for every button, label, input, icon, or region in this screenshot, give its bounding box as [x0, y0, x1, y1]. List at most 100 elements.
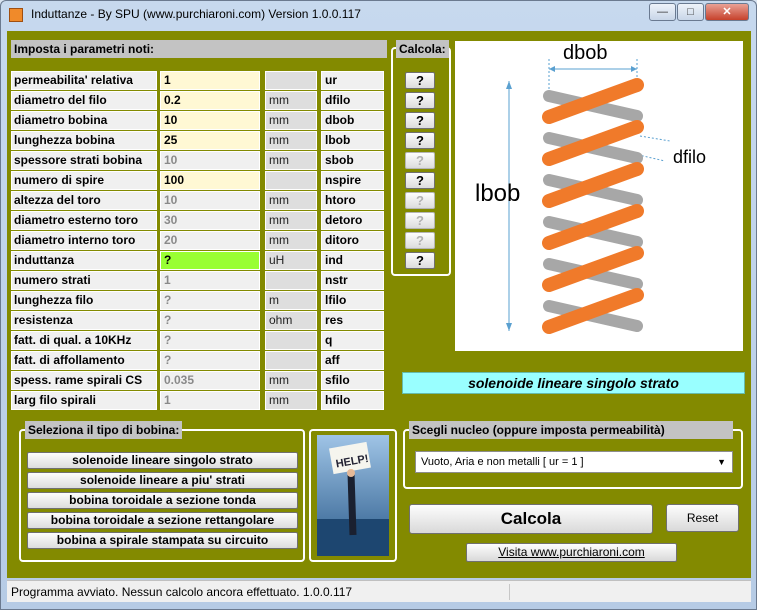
param-label: diametro bobina — [11, 111, 157, 130]
param-label: permeabilita' relativa — [11, 71, 157, 90]
param-value-field[interactable]: 20 — [160, 231, 260, 250]
lbob-label: lbob — [475, 180, 520, 207]
coil-type-button[interactable]: bobina a spirale stampata su circuito — [27, 532, 298, 549]
coil-type-button[interactable]: bobina toroidale a sezione rettangolare — [27, 512, 298, 529]
param-unit — [265, 171, 317, 190]
param-label: numero di spire — [11, 171, 157, 190]
param-label: spess. rame spirali CS — [11, 371, 157, 390]
param-symbol: dfilo — [321, 91, 384, 110]
dbob-label: dbob — [563, 42, 608, 64]
param-label: numero strati — [11, 271, 157, 290]
calc-ditoro-button: ? — [405, 232, 435, 249]
window-title: Induttanze - By SPU (www.purchiaroni.com… — [31, 7, 361, 21]
dfilo-label: dfilo — [673, 147, 706, 167]
param-unit: ohm — [265, 311, 317, 330]
param-unit: m — [265, 291, 317, 310]
calc-dbob-button[interactable]: ? — [405, 112, 435, 129]
coil-type-button[interactable]: bobina toroidale a sezione tonda — [27, 492, 298, 509]
app-icon — [9, 8, 23, 22]
param-value-field[interactable]: 10 — [160, 191, 260, 210]
param-value-field[interactable]: 10 — [160, 111, 260, 130]
param-label: diametro esterno toro — [11, 211, 157, 230]
param-value-field[interactable]: ? — [160, 251, 260, 270]
param-value-field[interactable]: 25 — [160, 131, 260, 150]
calc-dfilo-button[interactable]: ? — [405, 92, 435, 109]
close-button[interactable]: ✕ — [705, 3, 749, 21]
param-label: altezza del toro — [11, 191, 157, 210]
param-unit: mm — [265, 371, 317, 390]
param-symbol: nstr — [321, 271, 384, 290]
calc-ind-button[interactable]: ? — [405, 252, 435, 269]
param-label: induttanza — [11, 251, 157, 270]
coil-type-button[interactable]: solenoide lineare singolo strato — [27, 452, 298, 469]
calc-ur-button[interactable]: ? — [405, 72, 435, 89]
help-image: HELP! — [317, 435, 389, 556]
param-unit: mm — [265, 111, 317, 130]
param-value-field[interactable]: 0.035 — [160, 371, 260, 390]
param-label: fatt. di qual. a 10KHz — [11, 331, 157, 350]
calc-htoro-button: ? — [405, 192, 435, 209]
param-value-field[interactable]: 1 — [160, 71, 260, 90]
coil-diagram: dbob lbob dfilo — [455, 41, 743, 351]
param-label: larg filo spirali — [11, 391, 157, 410]
coil-type-banner: solenoide lineare singolo strato — [402, 372, 745, 394]
param-value-field[interactable]: ? — [160, 311, 260, 330]
calcola-button[interactable]: Calcola — [409, 504, 653, 534]
param-symbol: htoro — [321, 191, 384, 210]
param-label: diametro interno toro — [11, 231, 157, 250]
param-value-field[interactable]: 30 — [160, 211, 260, 230]
param-label: resistenza — [11, 311, 157, 330]
param-unit — [265, 351, 317, 370]
param-unit — [265, 71, 317, 90]
param-symbol: detoro — [321, 211, 384, 230]
core-header: Scegli nucleo (oppure imposta permeabili… — [409, 421, 733, 439]
param-value-field[interactable]: ? — [160, 331, 260, 350]
param-value-field[interactable]: 0.2 — [160, 91, 260, 110]
param-unit — [265, 271, 317, 290]
param-value-field[interactable]: ? — [160, 291, 260, 310]
param-unit: mm — [265, 91, 317, 110]
param-unit — [265, 331, 317, 350]
param-symbol: nspire — [321, 171, 384, 190]
param-label: diametro del filo — [11, 91, 157, 110]
param-unit: uH — [265, 251, 317, 270]
param-value-field[interactable]: 10 — [160, 151, 260, 170]
param-unit: mm — [265, 391, 317, 410]
param-unit: mm — [265, 151, 317, 170]
maximize-button[interactable]: □ — [677, 3, 704, 21]
calc-lbob-button[interactable]: ? — [405, 132, 435, 149]
param-symbol: sbob — [321, 151, 384, 170]
calc-detoro-button: ? — [405, 212, 435, 229]
param-symbol: sfilo — [321, 371, 384, 390]
param-value-field[interactable]: ? — [160, 351, 260, 370]
param-symbol: res — [321, 311, 384, 330]
param-label: lunghezza filo — [11, 291, 157, 310]
param-unit: mm — [265, 211, 317, 230]
core-select-value: Vuoto, Aria e non metalli [ ur = 1 ] — [421, 456, 584, 468]
param-symbol: ditoro — [321, 231, 384, 250]
param-symbol: q — [321, 331, 384, 350]
calc-nspire-button[interactable]: ? — [405, 172, 435, 189]
param-symbol: lbob — [321, 131, 384, 150]
param-label: fatt. di affollamento — [11, 351, 157, 370]
param-unit: mm — [265, 131, 317, 150]
param-symbol: hfilo — [321, 391, 384, 410]
param-symbol: lfilo — [321, 291, 384, 310]
visit-website-button[interactable]: Visita www.purchiaroni.com — [466, 543, 677, 562]
title-bar: Induttanze - By SPU (www.purchiaroni.com… — [1, 1, 756, 29]
param-value-field[interactable]: 1 — [160, 271, 260, 290]
param-symbol: aff — [321, 351, 384, 370]
type-header: Seleziona il tipo di bobina: — [25, 421, 183, 439]
coil-type-button[interactable]: solenoide lineare a piu' strati — [27, 472, 298, 489]
param-symbol: ind — [321, 251, 384, 270]
minimize-button[interactable]: — — [649, 3, 676, 21]
app-window: Induttanze - By SPU (www.purchiaroni.com… — [0, 0, 757, 610]
param-unit: mm — [265, 191, 317, 210]
param-symbol: dbob — [321, 111, 384, 130]
param-value-field[interactable]: 1 — [160, 391, 260, 410]
param-symbol: ur — [321, 71, 384, 90]
reset-button[interactable]: Reset — [666, 504, 739, 532]
param-unit: mm — [265, 231, 317, 250]
core-select[interactable]: Vuoto, Aria e non metalli [ ur = 1 ] ▼ — [415, 451, 733, 473]
param-value-field[interactable]: 100 — [160, 171, 260, 190]
